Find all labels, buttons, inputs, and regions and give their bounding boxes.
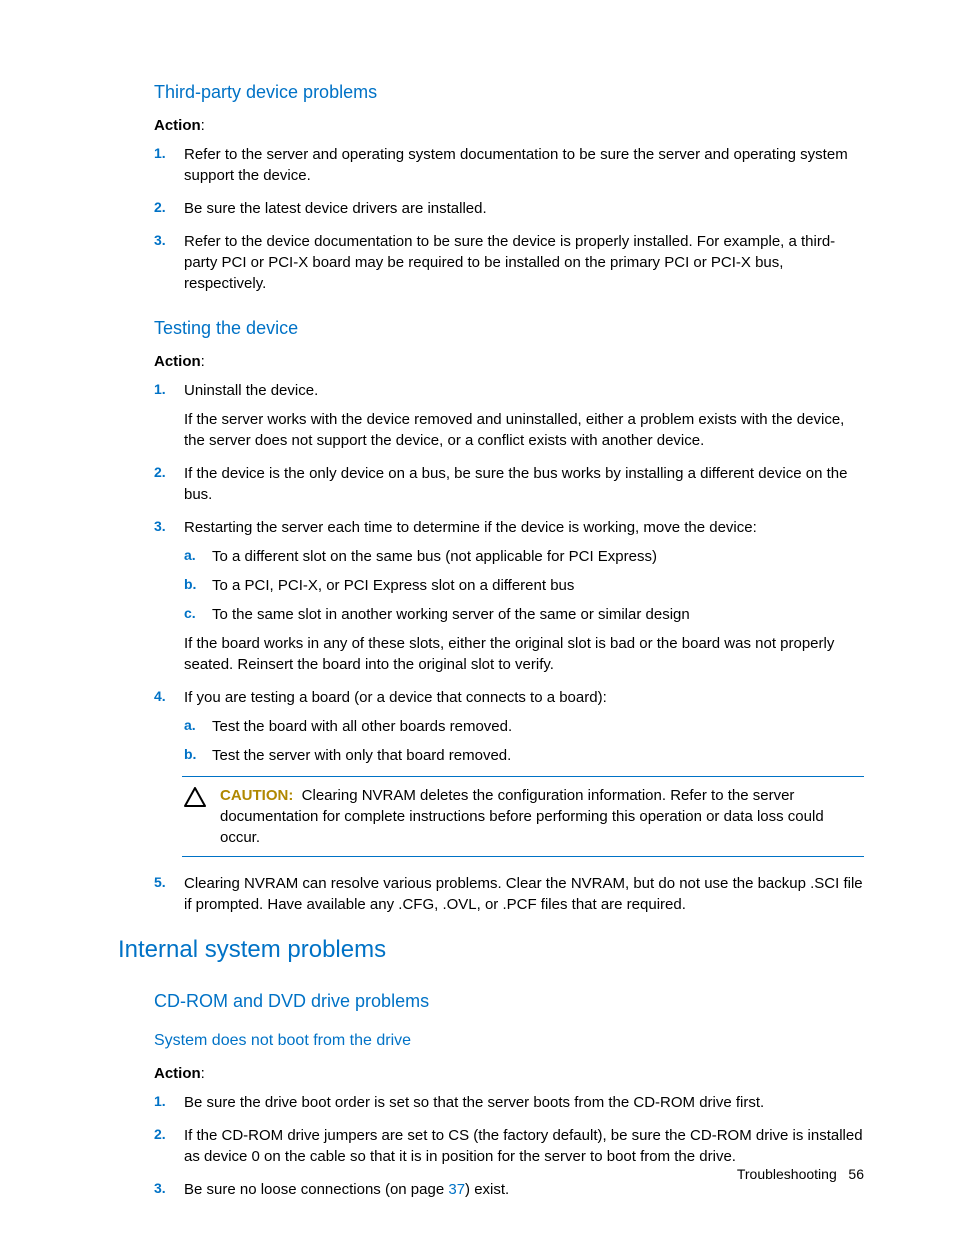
list-text: If the CD-ROM drive jumpers are set to C…	[184, 1127, 863, 1165]
list-testing: 1. Uninstall the device. If the server w…	[154, 380, 864, 915]
list-item: 3. Refer to the device documentation to b…	[154, 231, 864, 294]
action-label-3: Action:	[154, 1063, 864, 1084]
list-text: Clearing NVRAM can resolve various probl…	[184, 875, 863, 913]
page-link-37[interactable]: 37	[448, 1181, 465, 1198]
list-item: 3. Restarting the server each time to de…	[154, 517, 864, 675]
action-label-1: Action:	[154, 115, 864, 136]
list-marker: 1.	[154, 1092, 166, 1112]
list-item: 5. Clearing NVRAM can resolve various pro…	[154, 873, 864, 915]
footer-section: Troubleshooting	[737, 1166, 837, 1182]
list-marker: 2.	[154, 463, 166, 483]
sublist-item: b. To a PCI, PCI-X, or PCI Express slot o…	[184, 575, 864, 596]
list-lead: If you are testing a board (or a device …	[184, 687, 864, 708]
list-text: Refer to the device documentation to be …	[184, 233, 835, 292]
list-text: Be sure the latest device drivers are in…	[184, 200, 487, 217]
list-item: 2. Be sure the latest device drivers are …	[154, 198, 864, 219]
list-marker: 3.	[154, 231, 166, 251]
sublist-marker: b.	[184, 745, 196, 765]
list-after: If the board works in any of these slots…	[184, 633, 864, 675]
list-body: If the server works with the device remo…	[184, 409, 864, 451]
heading-system-no-boot: System does not boot from the drive	[154, 1030, 864, 1052]
list-lead: Uninstall the device.	[184, 380, 864, 401]
sublist-marker: c.	[184, 604, 196, 624]
list-text: If the device is the only device on a bu…	[184, 465, 847, 503]
sublist-marker: b.	[184, 575, 196, 595]
heading-internal-system: Internal system problems	[118, 933, 864, 967]
page-footer: Troubleshooting 56	[737, 1165, 864, 1185]
list-text-post: ) exist.	[465, 1181, 509, 1198]
list-marker: 1.	[154, 380, 166, 400]
list-lead: Restarting the server each time to deter…	[184, 517, 864, 538]
list-item: 2. If the CD-ROM drive jumpers are set to…	[154, 1125, 864, 1167]
list-item: 2. If the device is the only device on a …	[154, 463, 864, 505]
sublist-item: a. To a different slot on the same bus (n…	[184, 546, 864, 567]
sublist-item: b. Test the server with only that board r…	[184, 745, 864, 766]
sublist-text: To a PCI, PCI-X, or PCI Express slot on …	[212, 577, 574, 594]
heading-cdrom-dvd: CD-ROM and DVD drive problems	[154, 989, 864, 1014]
action-label-2: Action:	[154, 351, 864, 372]
list-text-pre: Be sure no loose connections (on page	[184, 1181, 448, 1198]
list-marker: 4.	[154, 687, 166, 707]
caution-text: CAUTION: Clearing NVRAM deletes the conf…	[220, 785, 862, 848]
list-marker: 1.	[154, 144, 166, 164]
sublist-text: Test the board with all other boards rem…	[212, 718, 512, 735]
sublist-marker: a.	[184, 716, 196, 736]
list-marker: 2.	[154, 198, 166, 218]
list-marker: 3.	[154, 1179, 166, 1199]
footer-pagenum: 56	[848, 1166, 864, 1182]
sublist-text: Test the server with only that board rem…	[212, 747, 511, 764]
caution-label: CAUTION:	[220, 787, 293, 804]
heading-third-party: Third-party device problems	[154, 80, 864, 105]
list-item: 1. Refer to the server and operating syst…	[154, 144, 864, 186]
sublist-marker: a.	[184, 546, 196, 566]
sublist-3: a. To a different slot on the same bus (n…	[184, 546, 864, 625]
document-page: Third-party device problems Action: 1. Re…	[0, 0, 954, 1235]
sublist-item: a. Test the board with all other boards r…	[184, 716, 864, 737]
caution-body-text: Clearing NVRAM deletes the configuration…	[220, 787, 824, 846]
list-item: 4. If you are testing a board (or a devi…	[154, 687, 864, 857]
list-item: 1. Uninstall the device. If the server w…	[154, 380, 864, 451]
list-marker: 3.	[154, 517, 166, 537]
sublist-item: c. To the same slot in another working se…	[184, 604, 864, 625]
list-text: Refer to the server and operating system…	[184, 146, 848, 184]
caution-icon	[184, 785, 220, 848]
sublist-text: To the same slot in another working serv…	[212, 606, 690, 623]
sublist-text: To a different slot on the same bus (not…	[212, 548, 657, 565]
list-text: Be sure the drive boot order is set so t…	[184, 1094, 764, 1111]
list-item: 1. Be sure the drive boot order is set so…	[154, 1092, 864, 1113]
list-marker: 5.	[154, 873, 166, 893]
heading-testing-device: Testing the device	[154, 316, 864, 341]
list-marker: 2.	[154, 1125, 166, 1145]
sublist-4: a. Test the board with all other boards r…	[184, 716, 864, 766]
list-third-party: 1. Refer to the server and operating syst…	[154, 144, 864, 294]
caution-box: CAUTION: Clearing NVRAM deletes the conf…	[182, 776, 864, 857]
